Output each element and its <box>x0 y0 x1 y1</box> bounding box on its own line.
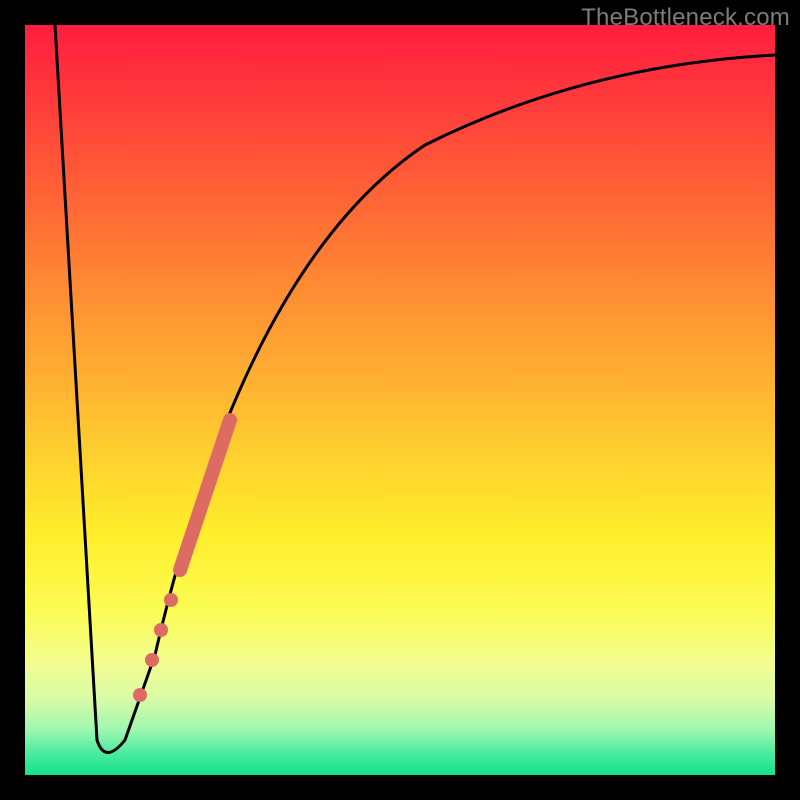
chart-svg <box>25 25 775 775</box>
bottleneck-curve <box>55 25 775 753</box>
data-point <box>133 688 147 702</box>
data-point <box>164 593 178 607</box>
chart-frame: TheBottleneck.com <box>0 0 800 800</box>
data-point <box>154 623 168 637</box>
plot-area <box>25 25 775 775</box>
data-point <box>145 653 159 667</box>
highlight-segment <box>180 420 230 570</box>
